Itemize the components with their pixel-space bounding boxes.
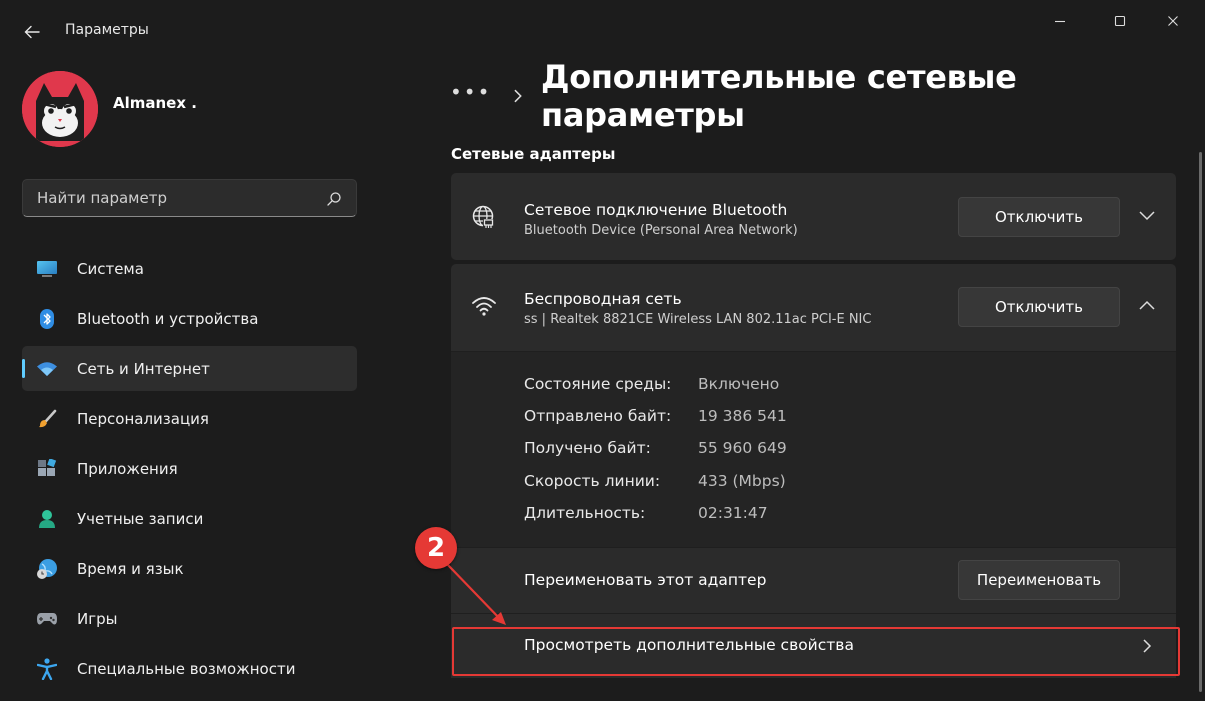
maximize-icon (1114, 15, 1126, 27)
rename-adapter-row: Переименовать этот адаптер Переименовать (451, 547, 1176, 613)
adapter-description: Bluetooth Device (Personal Area Network) (524, 223, 798, 238)
minimize-button[interactable] (1037, 6, 1083, 36)
sidebar-item-accounts[interactable]: Учетные записи (22, 496, 357, 541)
time-language-icon (36, 558, 58, 580)
close-icon (1168, 16, 1178, 26)
sidebar-item-label: Система (77, 259, 144, 278)
sidebar-item-label: Сеть и Интернет (77, 359, 210, 378)
property-value: Включено (698, 375, 780, 393)
adapter-header[interactable]: Сетевое подключение Bluetooth Bluetooth … (451, 173, 1176, 260)
apps-icon (36, 458, 58, 480)
brush-icon (36, 408, 58, 430)
chevron-right-icon (514, 89, 523, 103)
chevron-down-icon[interactable] (1138, 209, 1156, 221)
back-button[interactable] (18, 19, 46, 45)
sidebar-nav: Система Bluetooth и устройства Сеть и Ин… (22, 246, 357, 696)
avatar (22, 71, 98, 147)
scrollbar-thumb[interactable] (1199, 152, 1202, 692)
property-label: Получено байт: (524, 439, 651, 457)
sidebar-item-label: Специальные возможности (77, 659, 296, 678)
close-button[interactable] (1150, 6, 1196, 36)
app-title: Параметры (65, 22, 149, 38)
maximize-button[interactable] (1097, 6, 1143, 36)
property-label: Отправлено байт: (524, 407, 672, 425)
sidebar-item-gaming[interactable]: Игры (22, 596, 357, 641)
sidebar-item-label: Игры (77, 609, 118, 628)
disable-wireless-adapter-button[interactable]: Отключить (958, 287, 1120, 327)
annotation-arrow-icon (447, 564, 506, 625)
sidebar-item-bluetooth[interactable]: Bluetooth и устройства (22, 296, 357, 341)
rename-adapter-label: Переименовать этот адаптер (524, 571, 767, 589)
page-title: Дополнительные сетевые параметры (541, 58, 1017, 134)
rename-button[interactable]: Переименовать (958, 560, 1120, 600)
adapter-header[interactable]: Беспроводная сеть ss | Realtek 8821CE Wi… (451, 264, 1176, 351)
sidebar-item-label: Персонализация (77, 409, 209, 428)
property-label: Длительность: (524, 504, 646, 522)
wifi-icon (472, 297, 496, 316)
network-icon (36, 358, 58, 380)
disable-bluetooth-adapter-button[interactable]: Отключить (958, 197, 1120, 237)
system-icon (36, 258, 58, 280)
cat-avatar-icon (22, 71, 98, 147)
sidebar-item-label: Учетные записи (77, 509, 204, 528)
adapter-card-bluetooth: Сетевое подключение Bluetooth Bluetooth … (451, 173, 1176, 260)
adapter-name: Беспроводная сеть (524, 290, 682, 308)
chevron-up-icon[interactable] (1138, 299, 1156, 311)
search-icon[interactable] (326, 191, 342, 207)
property-value: 55 960 649 (698, 439, 787, 457)
property-value: 433 (Mbps) (698, 472, 786, 490)
sidebar-item-accessibility[interactable]: Специальные возможности (22, 646, 357, 691)
adapter-card-wireless: Беспроводная сеть ss | Realtek 8821CE Wi… (451, 264, 1176, 678)
ethernet-globe-icon (472, 205, 494, 228)
sidebar-item-label: Bluetooth и устройства (77, 309, 259, 328)
user-profile[interactable]: Almanex . (22, 71, 197, 147)
gamepad-icon (36, 608, 58, 630)
highlight-box (452, 627, 1180, 676)
breadcrumb-more-button[interactable]: ••• (450, 80, 491, 104)
minimize-icon (1055, 20, 1065, 23)
section-title: Сетевые адаптеры (451, 145, 616, 163)
accessibility-icon (36, 657, 58, 680)
sidebar-item-system[interactable]: Система (22, 246, 357, 291)
property-value: 19 386 541 (698, 407, 787, 425)
sidebar-item-personalization[interactable]: Персонализация (22, 396, 357, 441)
step-badge: 2 (415, 527, 457, 569)
search-input[interactable] (37, 189, 317, 207)
property-label: Состояние среды: (524, 375, 672, 393)
property-label: Скорость линии: (524, 472, 661, 490)
title-bar: Параметры (0, 0, 1205, 60)
breadcrumb: ••• Дополнительные сетевые параметры (450, 58, 1205, 134)
search-box[interactable] (22, 179, 357, 217)
accounts-icon (36, 508, 58, 530)
sidebar-item-label: Приложения (77, 459, 178, 478)
property-value: 02:31:47 (698, 504, 768, 522)
user-name: Almanex . (113, 94, 197, 112)
sidebar-item-label: Время и язык (77, 559, 184, 578)
sidebar-item-apps[interactable]: Приложения (22, 446, 357, 491)
sidebar-item-time-language[interactable]: Время и язык (22, 546, 357, 591)
sidebar-item-network[interactable]: Сеть и Интернет (22, 346, 357, 391)
adapter-details: Состояние среды: Включено Отправлено бай… (451, 351, 1176, 547)
adapter-name: Сетевое подключение Bluetooth (524, 201, 788, 219)
bluetooth-icon (36, 308, 58, 330)
adapter-description: ss | Realtek 8821CE Wireless LAN 802.11a… (524, 312, 872, 327)
arrow-left-icon (24, 25, 40, 39)
